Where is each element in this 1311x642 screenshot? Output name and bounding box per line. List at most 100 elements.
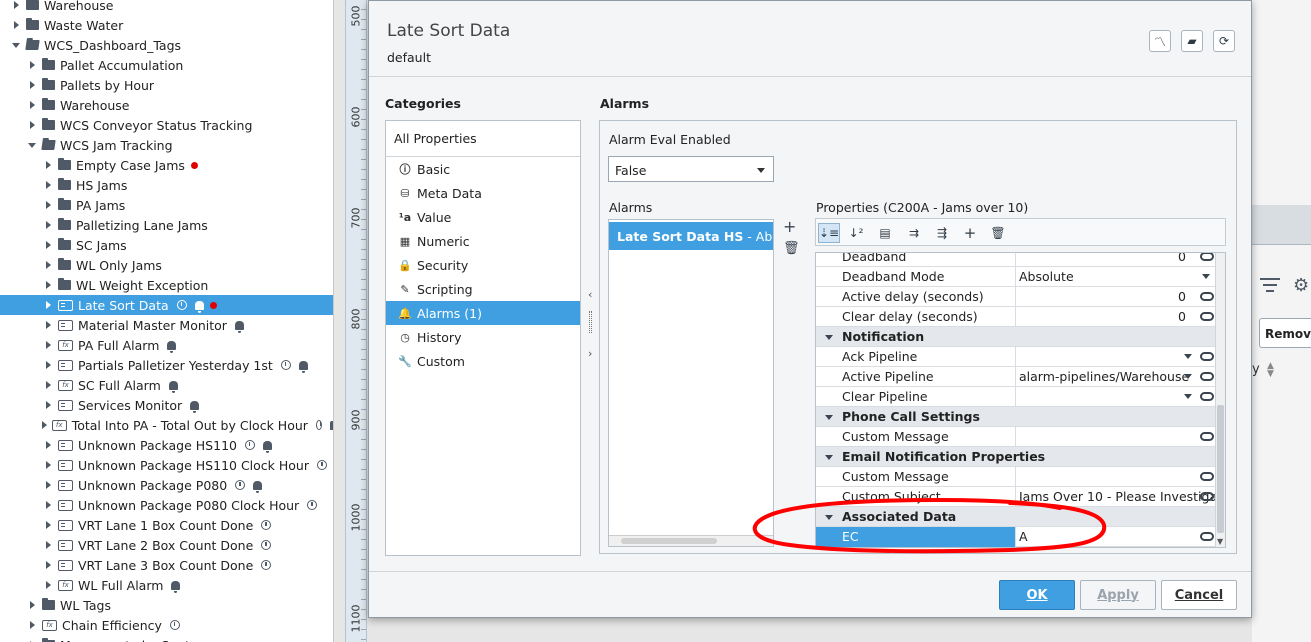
- tree-row[interactable]: PA Jams: [0, 195, 333, 215]
- tree-row[interactable]: WL Only Jams: [0, 255, 333, 275]
- category-item[interactable]: 🔒 Security: [386, 253, 580, 277]
- tree-row[interactable]: Unknown Package P080 Clock Hour: [0, 495, 333, 515]
- link-binding-icon[interactable]: [1200, 292, 1214, 301]
- tree-row[interactable]: WCS Conveyor Status Tracking: [0, 115, 333, 135]
- expand-arrow-icon[interactable]: [42, 395, 54, 415]
- property-value[interactable]: 0: [1017, 287, 1216, 307]
- tree-row[interactable]: Palletizing Lane Jams: [0, 215, 333, 235]
- collapse-arrow-icon[interactable]: [825, 415, 833, 420]
- category-item[interactable]: ✎ Scripting: [386, 277, 580, 301]
- expand-arrow-icon[interactable]: [26, 115, 38, 135]
- cancel-button[interactable]: Cancel: [1161, 580, 1237, 610]
- property-row[interactable]: Custom Subject Jams Over 10 - Please Inve…: [816, 487, 1216, 507]
- collapse-all-icon[interactable]: ⇶: [931, 223, 953, 243]
- expand-arrow-icon[interactable]: [42, 435, 54, 455]
- expand-arrow-icon[interactable]: [42, 455, 54, 475]
- property-row[interactable]: Clear delay (seconds) 0: [816, 307, 1216, 327]
- link-binding-icon[interactable]: [1200, 372, 1214, 381]
- tree-row[interactable]: Material Master Monitor: [0, 315, 333, 335]
- expand-all-icon[interactable]: ⇉: [903, 223, 925, 243]
- expand-arrow-icon[interactable]: [42, 375, 54, 395]
- property-row[interactable]: Custom Message: [816, 467, 1216, 487]
- expand-arrow-icon[interactable]: [26, 635, 38, 642]
- property-row[interactable]: EC A: [816, 527, 1216, 547]
- property-row[interactable]: Deadband 0: [816, 253, 1216, 267]
- expand-arrow-icon[interactable]: [42, 535, 54, 555]
- expand-arrow-icon[interactable]: [42, 295, 54, 315]
- property-row[interactable]: Custom Message: [816, 427, 1216, 447]
- add-property-icon[interactable]: +: [959, 223, 981, 243]
- link-binding-icon[interactable]: [1200, 312, 1214, 321]
- tree-row[interactable]: fx WL Full Alarm: [0, 575, 333, 595]
- property-row[interactable]: Active delay (seconds) 0: [816, 287, 1216, 307]
- vertical-scrollbar[interactable]: ▼: [1215, 253, 1225, 547]
- expand-arrow-icon[interactable]: [42, 555, 54, 575]
- expand-arrow-icon[interactable]: [42, 315, 54, 335]
- expand-arrow-icon[interactable]: [26, 75, 38, 95]
- collapse-arrow-icon[interactable]: [26, 135, 38, 155]
- property-row[interactable]: Deadband Mode Absolute: [816, 267, 1216, 287]
- collapse-arrow-icon[interactable]: [825, 335, 833, 340]
- tree-row[interactable]: Unknown Package P080: [0, 475, 333, 495]
- category-item[interactable]: ¹a Value: [386, 205, 580, 229]
- property-group-row[interactable]: Associated Data: [816, 507, 1216, 527]
- property-group-row[interactable]: Notification: [816, 327, 1216, 347]
- property-row[interactable]: Ack Pipeline: [816, 347, 1216, 367]
- tree-row[interactable]: VRT Lane 1 Box Count Done: [0, 515, 333, 535]
- tree-row[interactable]: Warehouse: [0, 95, 333, 115]
- expand-arrow-icon[interactable]: [42, 475, 54, 495]
- tree-row[interactable]: Unknown Package HS110 Clock Hour: [0, 455, 333, 475]
- category-all-properties[interactable]: All Properties: [394, 131, 477, 146]
- expand-arrow-icon[interactable]: [42, 495, 54, 515]
- category-item[interactable]: ⛁ Meta Data: [386, 181, 580, 205]
- expand-arrow-icon[interactable]: [26, 595, 38, 615]
- delete-alarm-icon[interactable]: 🗑: [783, 241, 800, 256]
- tree-row[interactable]: HS Jams: [0, 175, 333, 195]
- filter-icon[interactable]: [1260, 278, 1280, 292]
- tree-row[interactable]: WL Tags: [0, 595, 333, 615]
- expand-arrow-icon[interactable]: [42, 355, 54, 375]
- expand-arrow-icon[interactable]: [42, 275, 54, 295]
- expand-arrow-icon[interactable]: [42, 415, 48, 435]
- collapse-arrow-icon[interactable]: [825, 515, 833, 520]
- collapse-arrow-icon[interactable]: [10, 35, 22, 55]
- tree-row[interactable]: VRT Lane 3 Box Count Done: [0, 555, 333, 575]
- property-value[interactable]: 0: [1017, 307, 1216, 327]
- category-item[interactable]: 🔔 Alarms (1): [386, 301, 580, 325]
- chevron-down-icon[interactable]: [1184, 354, 1192, 359]
- property-group-row[interactable]: Phone Call Settings: [816, 407, 1216, 427]
- tree-row[interactable]: SC Jams: [0, 235, 333, 255]
- expand-arrow-icon[interactable]: [26, 55, 38, 75]
- expand-arrow-icon[interactable]: [42, 515, 54, 535]
- chevron-down-icon[interactable]: [1202, 274, 1210, 279]
- expand-arrow-icon[interactable]: [42, 175, 54, 195]
- tree-row[interactable]: WCS Jam Tracking: [0, 135, 333, 155]
- property-value[interactable]: 0: [1017, 253, 1216, 267]
- property-value[interactable]: Jams Over 10 - Please Investiga: [1017, 487, 1216, 507]
- note-icon[interactable]: ▰: [1181, 30, 1203, 52]
- link-binding-icon[interactable]: [1200, 472, 1214, 481]
- link-binding-icon[interactable]: [1200, 352, 1214, 361]
- link-binding-icon[interactable]: [1200, 532, 1214, 541]
- collapse-arrow-icon[interactable]: [825, 455, 833, 460]
- tree-row[interactable]: Warehouse: [0, 0, 333, 15]
- trend-icon[interactable]: 〽: [1149, 30, 1171, 52]
- tree-row[interactable]: Services Monitor: [0, 395, 333, 415]
- property-row[interactable]: Active Pipeline alarm-pipelines/Warehouse: [816, 367, 1216, 387]
- expand-arrow-icon[interactable]: [10, 15, 22, 35]
- tree-row[interactable]: Unknown Package HS110: [0, 435, 333, 455]
- expand-arrow-icon[interactable]: [26, 95, 38, 115]
- property-value[interactable]: A: [1017, 527, 1216, 547]
- tree-row[interactable]: fx Chain Efficiency: [0, 615, 333, 635]
- tree-row[interactable]: Messages to be Sent: [0, 635, 333, 642]
- apply-button[interactable]: Apply: [1080, 580, 1156, 610]
- alarm-list-item[interactable]: Late Sort Data HS - Above S: [609, 222, 773, 250]
- link-binding-icon[interactable]: [1200, 253, 1214, 261]
- sort-alpha-icon[interactable]: ↓²: [845, 223, 867, 243]
- property-value[interactable]: Absolute: [1017, 267, 1216, 287]
- ok-button[interactable]: OK: [999, 580, 1075, 610]
- tree-row[interactable]: Empty Case Jams: [0, 155, 333, 175]
- expand-arrow-icon[interactable]: [26, 615, 38, 635]
- expand-right-icon[interactable]: ›: [588, 347, 592, 360]
- expand-arrow-icon[interactable]: [42, 575, 54, 595]
